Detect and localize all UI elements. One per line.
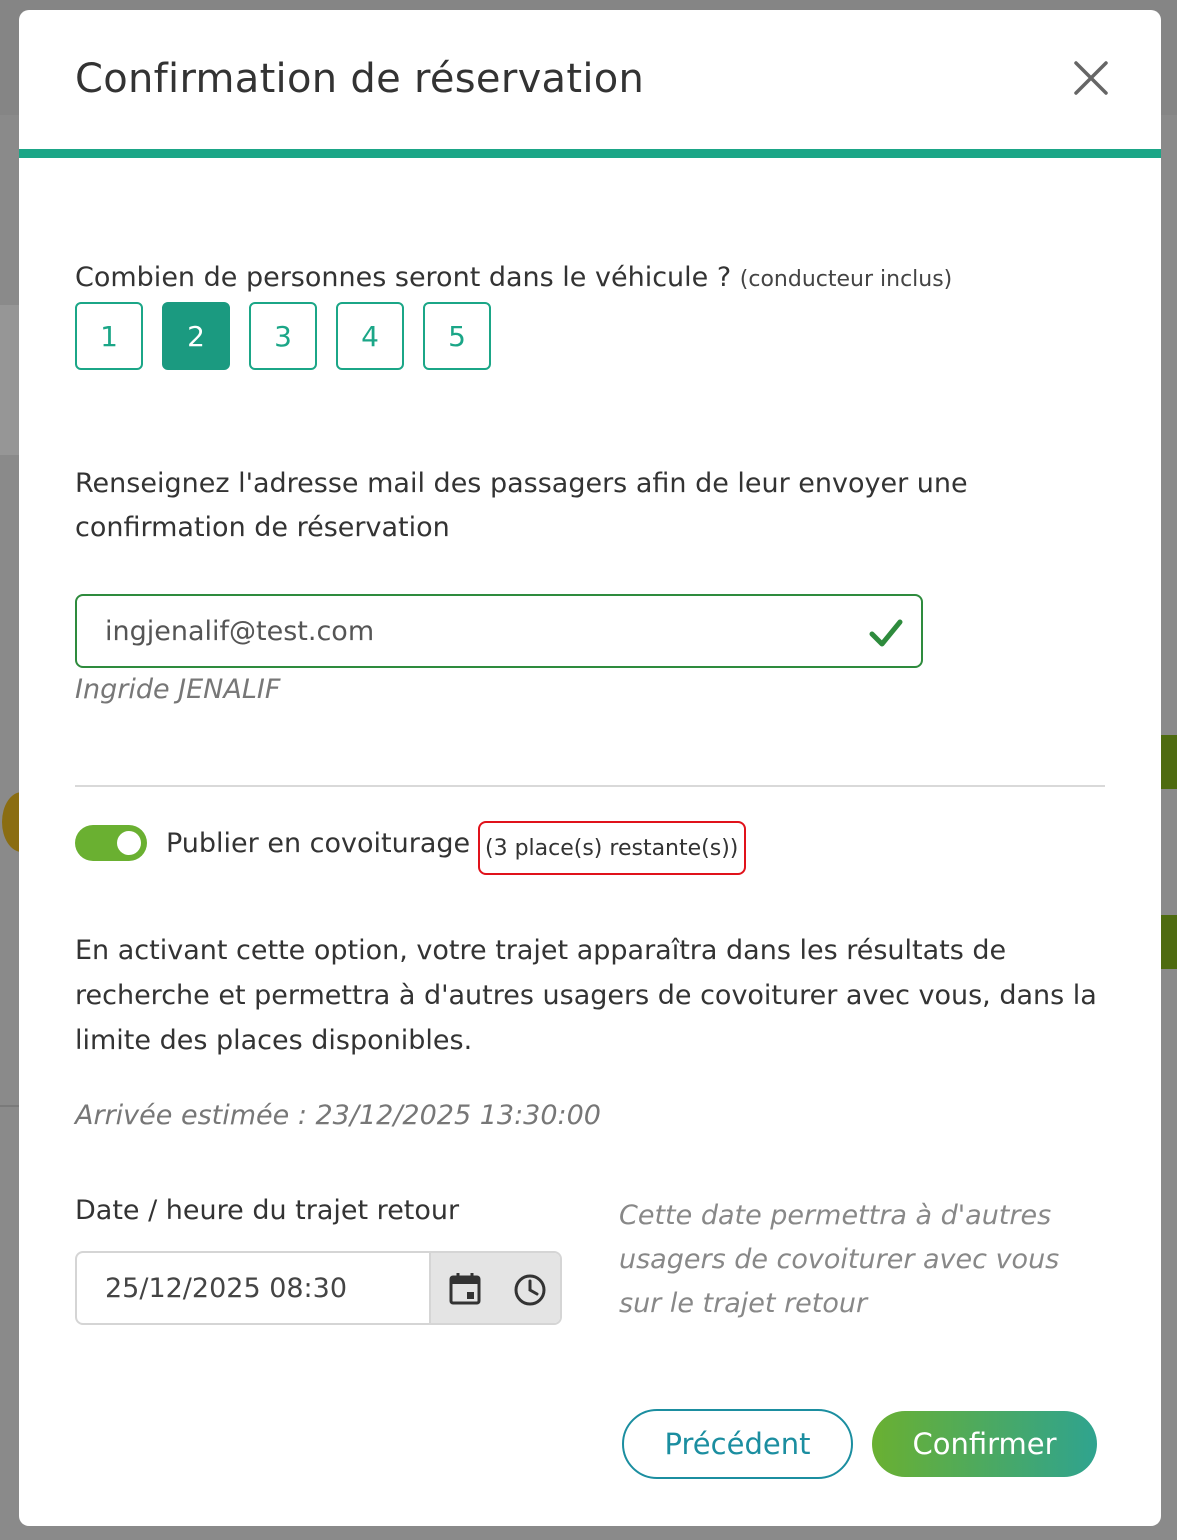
passenger-count-option[interactable]: 3 <box>249 302 317 370</box>
carpool-description: En activant cette option, votre trajet a… <box>75 935 1097 1056</box>
close-icon <box>1074 61 1108 95</box>
passenger-name: Ingride JENALIF <box>75 674 281 705</box>
toggle-knob <box>117 831 141 855</box>
return-trip-note: Cette date permettra à d'autres usagers … <box>619 1200 1060 1319</box>
background-divider <box>0 1105 19 1107</box>
carpool-toggle[interactable] <box>75 825 147 861</box>
background-panel <box>0 305 19 455</box>
return-datetime-value[interactable]: 25/12/2025 08:30 <box>105 1273 347 1304</box>
return-trip-label: Date / heure du trajet retour <box>75 1195 460 1226</box>
previous-button[interactable]: Précédent <box>622 1409 853 1479</box>
confirm-button[interactable]: Confirmer <box>872 1411 1097 1477</box>
passenger-count-option-selected[interactable]: 2 <box>162 302 230 370</box>
clock-icon[interactable] <box>513 1273 547 1307</box>
check-icon <box>869 619 903 647</box>
passenger-count-option[interactable]: 4 <box>336 302 404 370</box>
reservation-confirmation-modal: Confirmation de réservation Combien de p… <box>19 10 1161 1526</box>
email-value[interactable]: ingjenalif@test.com <box>105 616 374 647</box>
email-intro-text: Renseignez l'adresse mail des passagers … <box>75 468 968 543</box>
modal-title: Confirmation de réservation <box>75 56 645 102</box>
passenger-count-question: Combien de personnes seront dans le véhi… <box>75 262 952 293</box>
passenger-count-selector: 1 2 3 4 5 <box>75 302 491 370</box>
estimated-arrival: Arrivée estimée : 23/12/2025 13:30:00 <box>75 1100 601 1131</box>
background-green-bar <box>1161 915 1177 969</box>
passenger-count-option[interactable]: 5 <box>423 302 491 370</box>
passenger-email-field[interactable]: ingjenalif@test.com <box>75 594 923 668</box>
header-accent-bar <box>19 149 1161 158</box>
question-text: Combien de personnes seront dans le véhi… <box>75 262 732 293</box>
section-divider <box>75 785 1105 787</box>
carpool-toggle-label: Publier en covoiturage <box>166 828 471 859</box>
question-hint: (conducteur inclus) <box>739 267 953 292</box>
background-green-bar <box>1161 735 1177 789</box>
modal-header: Confirmation de réservation <box>19 10 1161 160</box>
seats-remaining-badge: (3 place(s) restante(s)) <box>478 821 746 875</box>
close-button[interactable] <box>1071 58 1111 98</box>
calendar-icon[interactable] <box>447 1271 483 1307</box>
datetime-picker-addon <box>429 1253 560 1323</box>
passenger-count-option[interactable]: 1 <box>75 302 143 370</box>
return-datetime-field[interactable]: 25/12/2025 08:30 <box>75 1251 562 1325</box>
